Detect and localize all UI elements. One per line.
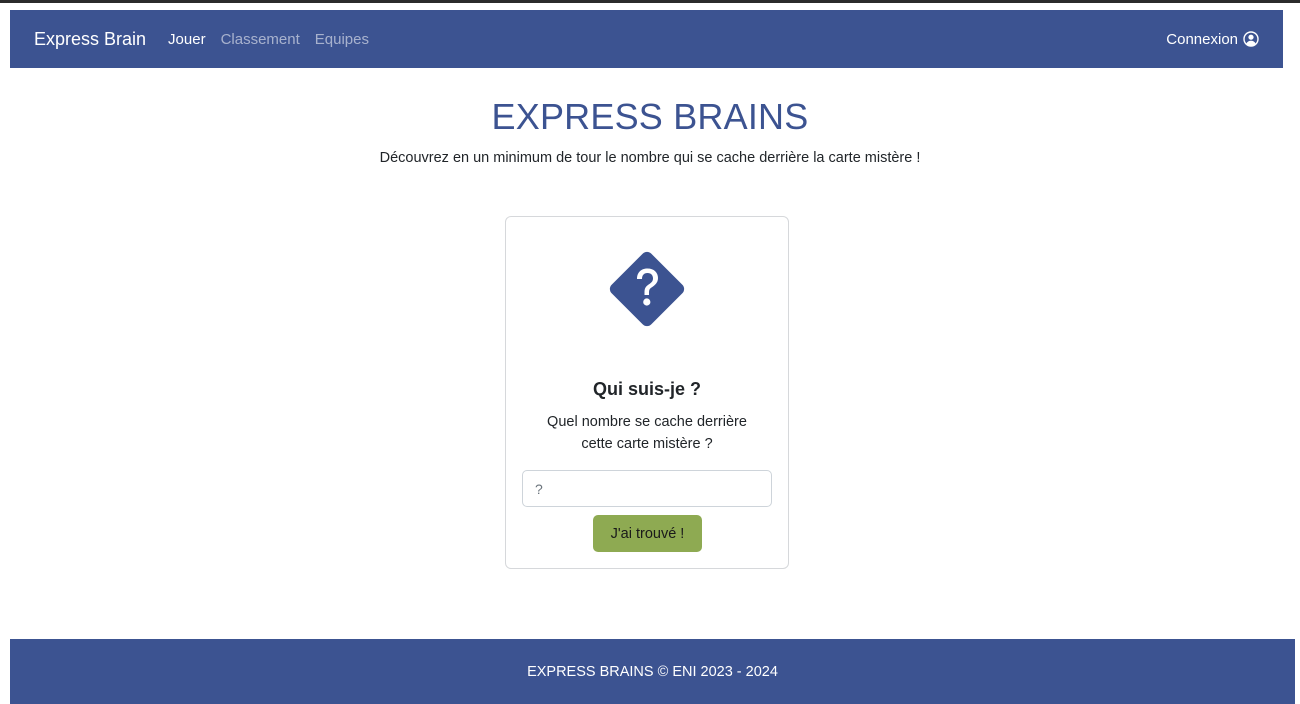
login-link[interactable]: Connexion [1166, 31, 1259, 48]
page-subtitle: Découvrez en un minimum de tour le nombr… [379, 150, 921, 166]
nav-link-jouer[interactable]: Jouer [168, 31, 206, 48]
card-title: Qui suis-je ? [592, 379, 702, 399]
footer: EXPRESS BRAINS © ENI 2023 - 2024 [10, 639, 1295, 704]
card-question-line-1: Quel nombre se cache derrière [547, 414, 747, 430]
question-diamond-icon [609, 251, 685, 327]
nav-link-equipes[interactable]: Equipes [315, 31, 369, 48]
submit-guess-button[interactable]: J'ai trouvé ! [593, 515, 702, 552]
mystery-card: Qui suis-je ? Quel nombre se cache derri… [505, 216, 789, 569]
window-top-edge [0, 0, 1300, 10]
login-label: Connexion [1166, 30, 1238, 48]
navbar: Express Brain Jouer Classement Equipes C… [10, 10, 1283, 68]
nav-links: Jouer Classement Equipes [168, 31, 369, 48]
card-question: Quel nombre se cache derrière cette cart… [526, 411, 768, 455]
nav-link-classement[interactable]: Classement [221, 31, 300, 48]
brand-link[interactable]: Express Brain [34, 29, 146, 50]
card-question-line-2: cette carte mistère ? [581, 436, 713, 452]
footer-text: EXPRESS BRAINS © ENI 2023 - 2024 [527, 663, 778, 680]
guess-input[interactable] [522, 470, 772, 507]
page-title: EXPRESS BRAINS [491, 96, 809, 137]
user-circle-icon [1243, 31, 1259, 47]
